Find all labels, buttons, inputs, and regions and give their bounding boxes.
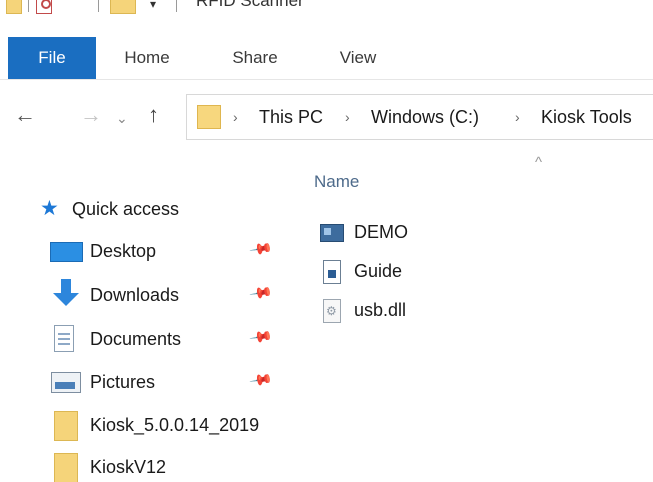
toolbar-divider bbox=[28, 0, 29, 12]
sort-ascending-icon: ^ bbox=[535, 154, 543, 171]
pictures-icon bbox=[51, 372, 81, 393]
nav-item-downloads[interactable]: Downloads 📌 bbox=[0, 276, 290, 316]
breadcrumb-separator: › bbox=[233, 109, 238, 125]
nav-item-label: Kiosk_5.0.0.14_2019 bbox=[90, 415, 260, 435]
window-title: RFID Scanner bbox=[196, 0, 304, 10]
folder-icon bbox=[54, 411, 78, 441]
file-name: usb.dll bbox=[354, 300, 407, 320]
new-folder-icon[interactable] bbox=[110, 0, 136, 14]
back-arrow-icon[interactable]: ← bbox=[14, 100, 36, 130]
tab-view[interactable]: View bbox=[318, 37, 398, 79]
tab-file[interactable]: File bbox=[8, 37, 96, 79]
nav-item-documents[interactable]: Documents 📌 bbox=[0, 320, 290, 360]
breadcrumb-windows-c[interactable]: Windows (C:) bbox=[371, 105, 479, 129]
desktop-icon bbox=[50, 242, 83, 262]
navigation-bar: ← → ⌄ ↑ › This PC › Windows (C:) › Kiosk… bbox=[0, 86, 653, 146]
nav-item-label: Quick access bbox=[72, 199, 180, 219]
nav-item-desktop[interactable]: Desktop 📌 bbox=[0, 232, 290, 272]
file-item-usb-dll[interactable]: usb.dll bbox=[316, 292, 516, 328]
tab-home[interactable]: Home bbox=[104, 37, 190, 79]
breadcrumb-separator: › bbox=[345, 109, 350, 125]
nav-item-label: Desktop bbox=[90, 241, 157, 261]
nav-item-quick-access[interactable]: ★ Quick access bbox=[0, 190, 290, 230]
folder-icon bbox=[54, 453, 78, 482]
nav-item-label: KioskV12 bbox=[90, 457, 167, 477]
document-icon bbox=[323, 260, 341, 284]
application-icon bbox=[320, 224, 344, 242]
documents-icon bbox=[54, 325, 74, 352]
file-item-demo[interactable]: DEMO bbox=[316, 214, 516, 250]
customize-toolbar-dropdown[interactable]: ▾ bbox=[150, 0, 156, 11]
up-arrow-icon[interactable]: ↑ bbox=[148, 100, 159, 130]
navigation-pane: ★ Quick access Desktop 📌 Downloads 📌 Doc… bbox=[0, 190, 290, 482]
nav-item-label: Documents bbox=[90, 329, 182, 349]
pin-icon[interactable]: 📌 bbox=[249, 236, 275, 262]
tab-share[interactable]: Share bbox=[212, 37, 298, 79]
nav-item-kioskv12[interactable]: KioskV12 bbox=[0, 448, 290, 482]
dll-icon bbox=[323, 299, 341, 323]
nav-item-label: Pictures bbox=[90, 372, 156, 392]
column-header-name[interactable]: Name bbox=[314, 172, 359, 192]
folder-icon bbox=[197, 105, 221, 129]
ribbon-tabs: File Home Share View bbox=[0, 37, 653, 80]
forward-arrow-icon[interactable]: → bbox=[80, 100, 102, 130]
pin-icon[interactable]: 📌 bbox=[249, 367, 275, 393]
breadcrumb-kiosk-tools[interactable]: Kiosk Tools bbox=[541, 105, 632, 129]
nav-item-pictures[interactable]: Pictures 📌 bbox=[0, 363, 290, 403]
pin-icon[interactable]: 📌 bbox=[249, 324, 275, 350]
title-bar: ▾ RFID Scanner bbox=[0, 0, 653, 30]
breadcrumb-this-pc[interactable]: This PC bbox=[259, 105, 323, 129]
folder-icon[interactable] bbox=[6, 0, 22, 14]
properties-icon[interactable] bbox=[36, 0, 52, 14]
recent-locations-chevron-icon[interactable]: ⌄ bbox=[116, 103, 128, 133]
pin-icon[interactable]: 📌 bbox=[249, 280, 275, 306]
downloads-icon bbox=[52, 279, 80, 309]
star-icon: ★ bbox=[40, 197, 59, 220]
toolbar-divider bbox=[98, 0, 99, 12]
file-name: DEMO bbox=[354, 222, 408, 242]
file-name: Guide bbox=[354, 261, 403, 281]
nav-item-label: Downloads bbox=[90, 285, 180, 305]
nav-item-kiosk-5-0-0-14-2019[interactable]: Kiosk_5.0.0.14_2019 bbox=[0, 406, 290, 446]
breadcrumb-separator: › bbox=[515, 109, 520, 125]
address-bar[interactable]: › This PC › Windows (C:) › Kiosk Tools bbox=[186, 94, 653, 140]
toolbar-divider bbox=[176, 0, 177, 12]
file-item-guide[interactable]: Guide bbox=[316, 253, 516, 289]
